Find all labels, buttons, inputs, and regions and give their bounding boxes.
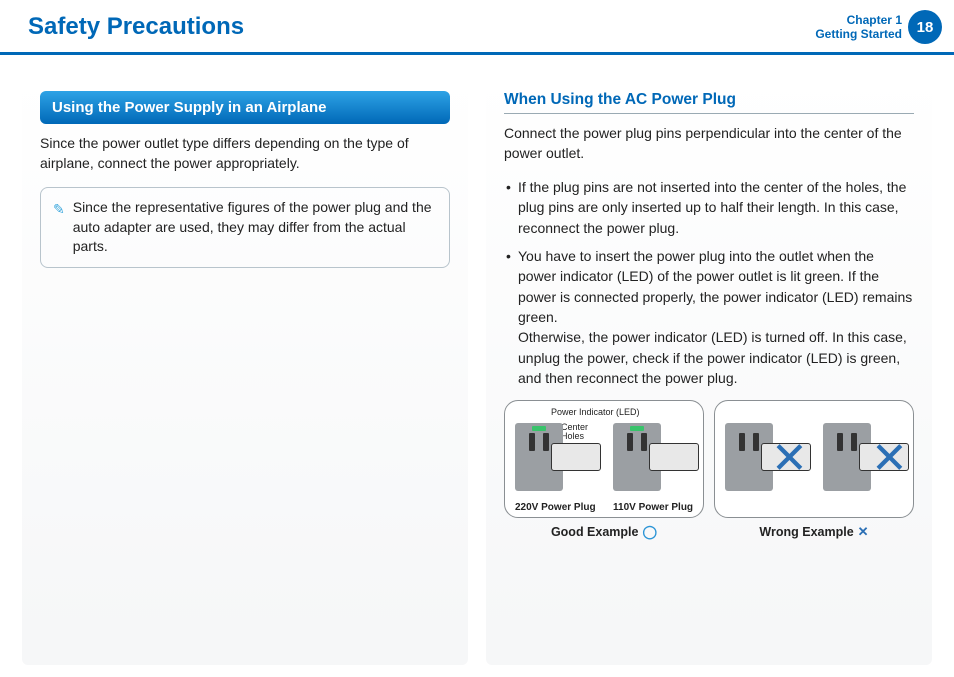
airplane-power-heading: Using the Power Supply in an Airplane [40,91,450,124]
diagram-row: Power Indicator (LED) Center Holes 220V … [504,400,914,518]
led-icon [630,426,644,431]
v110-label: 110V Power Plug [613,502,693,513]
led-icon [532,426,546,431]
slot-icon [543,433,549,451]
wrong-example-text: Wrong Example [759,525,853,539]
power-indicator-label: Power Indicator (LED) [551,407,640,417]
page-header: Safety Precautions Chapter 1 Getting Sta… [0,0,954,55]
right-column: When Using the AC Power Plug Connect the… [486,75,932,665]
wrong-example-label: Wrong Example ✕ [714,524,914,540]
example-labels-row: Good Example ◯ Wrong Example ✕ [504,524,914,540]
good-example-panel: Power Indicator (LED) Center Holes 220V … [504,400,704,518]
page-title: Safety Precautions [28,13,815,41]
slot-icon [753,433,759,451]
slot-icon [851,433,857,451]
note-icon: ✎ [53,200,65,257]
good-example-text: Good Example [551,525,639,539]
v220-label: 220V Power Plug [515,502,596,513]
note-box: ✎ Since the representative figures of th… [40,187,450,268]
x-small-icon: ✕ [858,524,869,540]
content-columns: Using the Power Supply in an Airplane Si… [0,55,954,665]
page-number-badge: 18 [908,10,942,44]
note-text: Since the representative figures of the … [73,198,437,257]
left-column: Using the Power Supply in an Airplane Si… [22,75,468,665]
airplane-intro-text: Since the power outlet type differs depe… [40,134,450,173]
center-holes-label: Center Holes [561,423,588,441]
slot-icon [641,433,647,451]
good-example-label: Good Example ◯ [504,524,704,540]
ac-plug-subheading: When Using the AC Power Plug [504,91,914,114]
slot-icon [837,433,843,451]
plug-icon [551,443,601,471]
slot-icon [529,433,535,451]
plug-icon [859,443,909,471]
chapter-line2: Getting Started [815,27,902,41]
circle-icon: ◯ [642,524,657,540]
wrong-example-panel: ✕ ✕ [714,400,914,518]
plug-icon [649,443,699,471]
slot-icon [627,433,633,451]
slot-icon [739,433,745,451]
ac-plug-para: Connect the power plug pins perpendicula… [504,124,914,163]
bullet-2: You have to insert the power plug into t… [504,246,914,388]
plug-icon [761,443,811,471]
chapter-label: Chapter 1 Getting Started [815,13,902,42]
chapter-line1: Chapter 1 [815,13,902,27]
bullet-1: If the plug pins are not inserted into t… [504,177,914,238]
